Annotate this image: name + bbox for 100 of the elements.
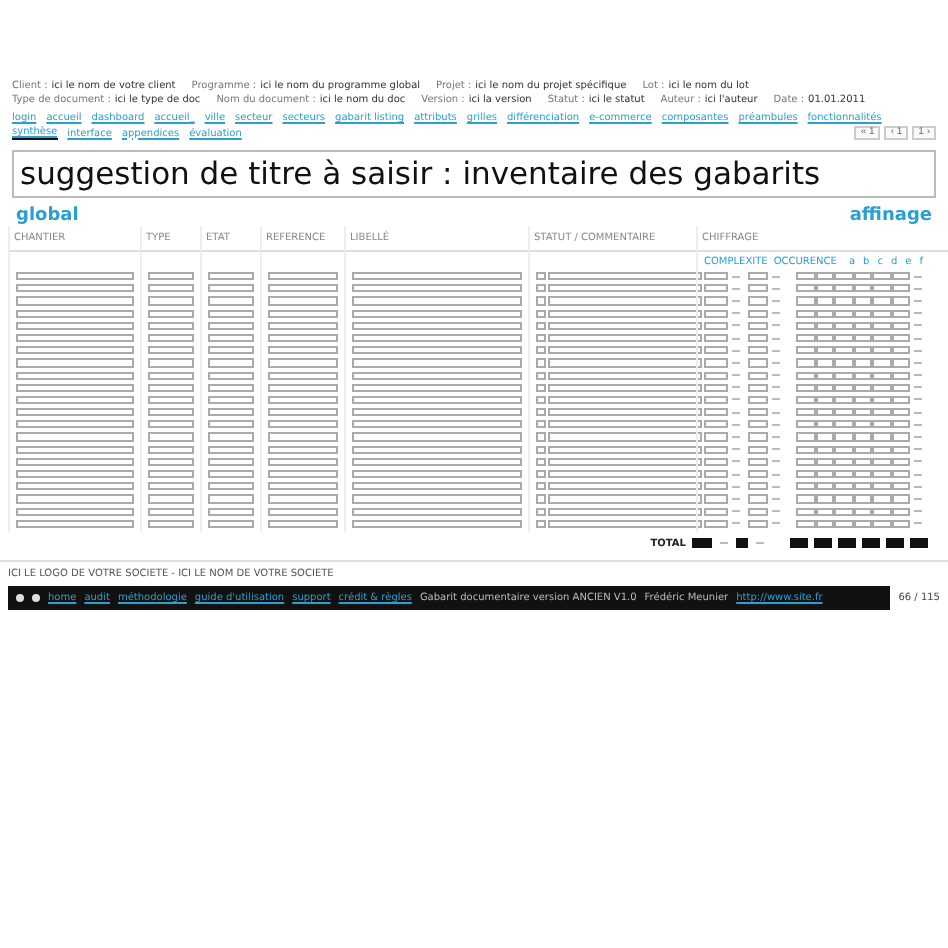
input-field[interactable] (352, 358, 522, 367)
input-field[interactable] (148, 346, 194, 355)
input-field[interactable] (352, 395, 522, 405)
input-field[interactable] (548, 284, 702, 293)
input-field[interactable] (16, 420, 134, 429)
checkbox[interactable] (536, 470, 546, 479)
input-field[interactable] (16, 507, 134, 516)
input-field[interactable] (268, 408, 338, 417)
input-field[interactable] (268, 494, 338, 504)
input-field[interactable] (548, 272, 702, 281)
checkbox[interactable] (536, 482, 546, 491)
input-field[interactable] (548, 470, 702, 479)
input-field[interactable] (548, 457, 702, 466)
input-field[interactable] (548, 395, 702, 405)
input-field[interactable] (148, 309, 194, 318)
input-field[interactable] (352, 482, 522, 491)
input-field[interactable] (548, 346, 702, 355)
input-field[interactable] (352, 408, 522, 417)
checkbox[interactable] (536, 432, 546, 442)
input-field[interactable] (148, 272, 194, 281)
input-field[interactable] (148, 470, 194, 479)
input-field[interactable] (268, 519, 338, 528)
input-field[interactable] (148, 284, 194, 293)
input-field[interactable] (268, 507, 338, 516)
checkbox[interactable] (536, 309, 546, 318)
input-field[interactable] (16, 457, 134, 466)
title-field[interactable]: suggestion de titre à saisir : inventaire des gabarits (12, 150, 936, 198)
input-field[interactable] (268, 432, 338, 442)
input-field[interactable] (16, 333, 134, 343)
input-field[interactable] (16, 284, 134, 293)
input-field[interactable] (704, 296, 728, 306)
input-field[interactable] (548, 482, 702, 491)
input-field[interactable] (704, 333, 728, 343)
input-field[interactable] (268, 420, 338, 429)
input-field[interactable] (704, 408, 728, 417)
input-field[interactable] (548, 432, 702, 442)
input-field[interactable] (268, 321, 338, 330)
input-field[interactable] (704, 309, 728, 318)
input-field[interactable] (148, 445, 194, 454)
input-field[interactable] (148, 358, 194, 367)
input-field[interactable] (148, 494, 194, 504)
input-field[interactable] (208, 494, 254, 504)
checkbox[interactable] (536, 321, 546, 330)
input-field[interactable] (16, 358, 134, 367)
checkbox[interactable] (536, 445, 546, 454)
input-field[interactable] (208, 457, 254, 466)
input-field[interactable] (548, 358, 702, 367)
input-field[interactable] (208, 284, 254, 293)
input-field[interactable] (148, 482, 194, 491)
input-field[interactable] (548, 507, 702, 516)
input-field[interactable] (352, 272, 522, 281)
input-field[interactable] (352, 420, 522, 429)
input-field[interactable] (16, 519, 134, 528)
input-field[interactable] (16, 482, 134, 491)
input-field[interactable] (148, 296, 194, 306)
input-field[interactable] (268, 445, 338, 454)
input-field[interactable] (352, 371, 522, 380)
input-field[interactable] (208, 371, 254, 380)
input-field[interactable] (148, 519, 194, 528)
checkbox[interactable] (536, 395, 546, 405)
input-field[interactable] (704, 321, 728, 330)
checkbox[interactable] (536, 408, 546, 417)
input-field[interactable] (208, 346, 254, 355)
input-field[interactable] (704, 457, 728, 466)
input-field[interactable] (268, 333, 338, 343)
input-field[interactable] (208, 296, 254, 306)
input-field[interactable] (704, 482, 728, 491)
input-field[interactable] (352, 519, 522, 528)
checkbox[interactable] (536, 272, 546, 281)
input-field[interactable] (548, 296, 702, 306)
input-field[interactable] (148, 321, 194, 330)
input-field[interactable] (352, 470, 522, 479)
input-field[interactable] (16, 371, 134, 380)
input-field[interactable] (208, 445, 254, 454)
input-field[interactable] (16, 346, 134, 355)
input-field[interactable] (352, 494, 522, 504)
input-field[interactable] (352, 445, 522, 454)
input-field[interactable] (704, 432, 728, 442)
input-field[interactable] (148, 395, 194, 405)
input-field[interactable] (16, 383, 134, 392)
input-field[interactable] (704, 395, 728, 405)
checkbox[interactable] (536, 346, 546, 355)
input-field[interactable] (704, 519, 728, 528)
input-field[interactable] (16, 470, 134, 479)
input-field[interactable] (548, 371, 702, 380)
input-field[interactable] (208, 408, 254, 417)
input-field[interactable] (16, 445, 134, 454)
checkbox[interactable] (536, 494, 546, 504)
input-field[interactable] (704, 494, 728, 504)
input-field[interactable] (148, 457, 194, 466)
input-field[interactable] (268, 371, 338, 380)
checkbox[interactable] (536, 457, 546, 466)
input-field[interactable] (704, 420, 728, 429)
input-field[interactable] (208, 432, 254, 442)
input-field[interactable] (352, 333, 522, 343)
input-field[interactable] (16, 432, 134, 442)
input-field[interactable] (548, 408, 702, 417)
input-field[interactable] (704, 445, 728, 454)
input-field[interactable] (148, 432, 194, 442)
input-field[interactable] (352, 284, 522, 293)
